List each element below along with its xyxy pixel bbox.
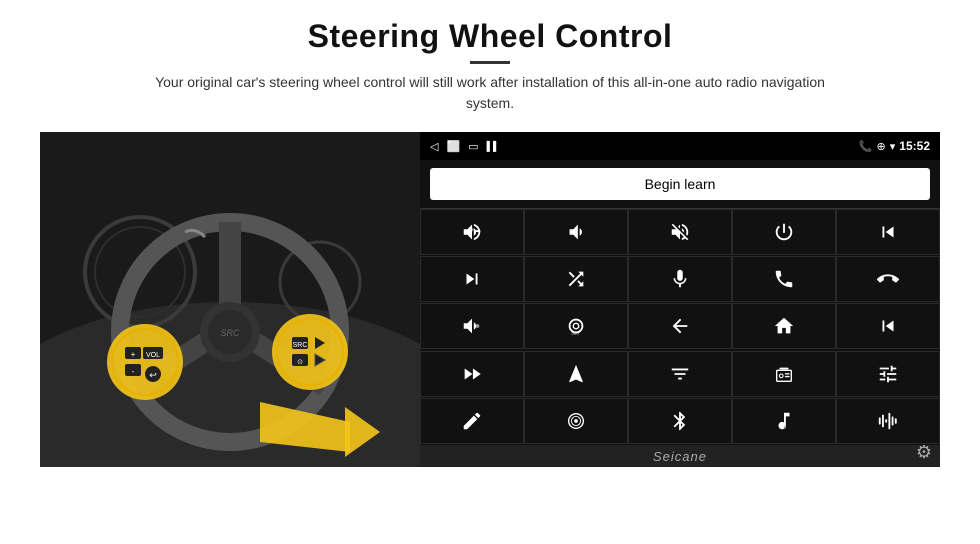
signal-bars: ▌▌ (487, 141, 500, 151)
location-status-icon: ⊕ (877, 140, 886, 153)
music-button[interactable] (732, 398, 836, 444)
svg-text:SRC: SRC (220, 328, 240, 338)
fast-forward-button[interactable] (420, 351, 524, 397)
shuffle-button[interactable] (524, 256, 628, 302)
steering-wheel-image: + - VOL ↩ SRC ⊙ (40, 132, 420, 467)
skip-back-button[interactable] (836, 303, 940, 349)
power-button[interactable] (732, 209, 836, 255)
svg-text:-: - (132, 367, 135, 376)
bluetooth-button[interactable] (628, 398, 732, 444)
mute-button[interactable] (628, 209, 732, 255)
screen-button[interactable] (524, 398, 628, 444)
begin-learn-button[interactable]: Begin learn (430, 168, 930, 200)
svg-text:⊙: ⊙ (297, 359, 303, 366)
phone-button[interactable] (732, 256, 836, 302)
recent-nav-icon[interactable]: ▭ (468, 140, 478, 153)
control-panel: ◁ ⬜ ▭ ▌▌ 📞 ⊕ ▾ 15:52 Begin learn (420, 132, 940, 467)
phone-status-icon: 📞 (859, 140, 873, 153)
subtitle: Your original car's steering wheel contr… (130, 72, 850, 114)
clock: 15:52 (899, 139, 930, 153)
title-divider (470, 61, 510, 64)
vol-up-button[interactable]: + (420, 209, 524, 255)
gear-icon[interactable]: ⚙ (916, 442, 932, 463)
back-button[interactable] (628, 303, 732, 349)
svg-text:↩: ↩ (149, 370, 157, 380)
icon-grid: + (420, 208, 940, 445)
radio-button[interactable] (732, 351, 836, 397)
equalizer-button[interactable] (628, 351, 732, 397)
prev-track-button[interactable] (836, 209, 940, 255)
hang-up-button[interactable] (836, 256, 940, 302)
settings-eq-button[interactable] (836, 351, 940, 397)
mic-button[interactable] (628, 256, 732, 302)
status-left: ◁ ⬜ ▭ ▌▌ (430, 140, 499, 153)
svg-text:SRC: SRC (293, 342, 308, 349)
wifi-status-icon: ▾ (890, 140, 896, 153)
title-section: Steering Wheel Control Your original car… (130, 18, 850, 126)
navigation-button[interactable] (524, 351, 628, 397)
waveform-button[interactable] (836, 398, 940, 444)
page-wrapper: Steering Wheel Control Your original car… (0, 0, 980, 544)
vol-down-button[interactable] (524, 209, 628, 255)
home-button[interactable] (732, 303, 836, 349)
svg-text:360°: 360° (571, 331, 581, 336)
status-right: 📞 ⊕ ▾ 15:52 (859, 139, 930, 153)
status-bar: ◁ ⬜ ▭ ▌▌ 📞 ⊕ ▾ 15:52 (420, 132, 940, 160)
camera-360-button[interactable]: 360° (524, 303, 628, 349)
seicane-brand: Seicane (653, 449, 707, 464)
svg-text:+: + (131, 350, 136, 359)
pen-button[interactable] (420, 398, 524, 444)
home-nav-icon[interactable]: ⬜ (446, 140, 460, 153)
svg-text:+: + (470, 225, 474, 234)
content-row: + - VOL ↩ SRC ⊙ (40, 132, 940, 467)
begin-learn-row: Begin learn (420, 160, 940, 208)
seicane-bar: Seicane ⚙ (420, 445, 940, 467)
horn-button[interactable] (420, 303, 524, 349)
back-nav-icon[interactable]: ◁ (430, 140, 438, 153)
next-single-button[interactable] (420, 256, 524, 302)
svg-text:VOL: VOL (146, 352, 160, 359)
page-title: Steering Wheel Control (130, 18, 850, 55)
